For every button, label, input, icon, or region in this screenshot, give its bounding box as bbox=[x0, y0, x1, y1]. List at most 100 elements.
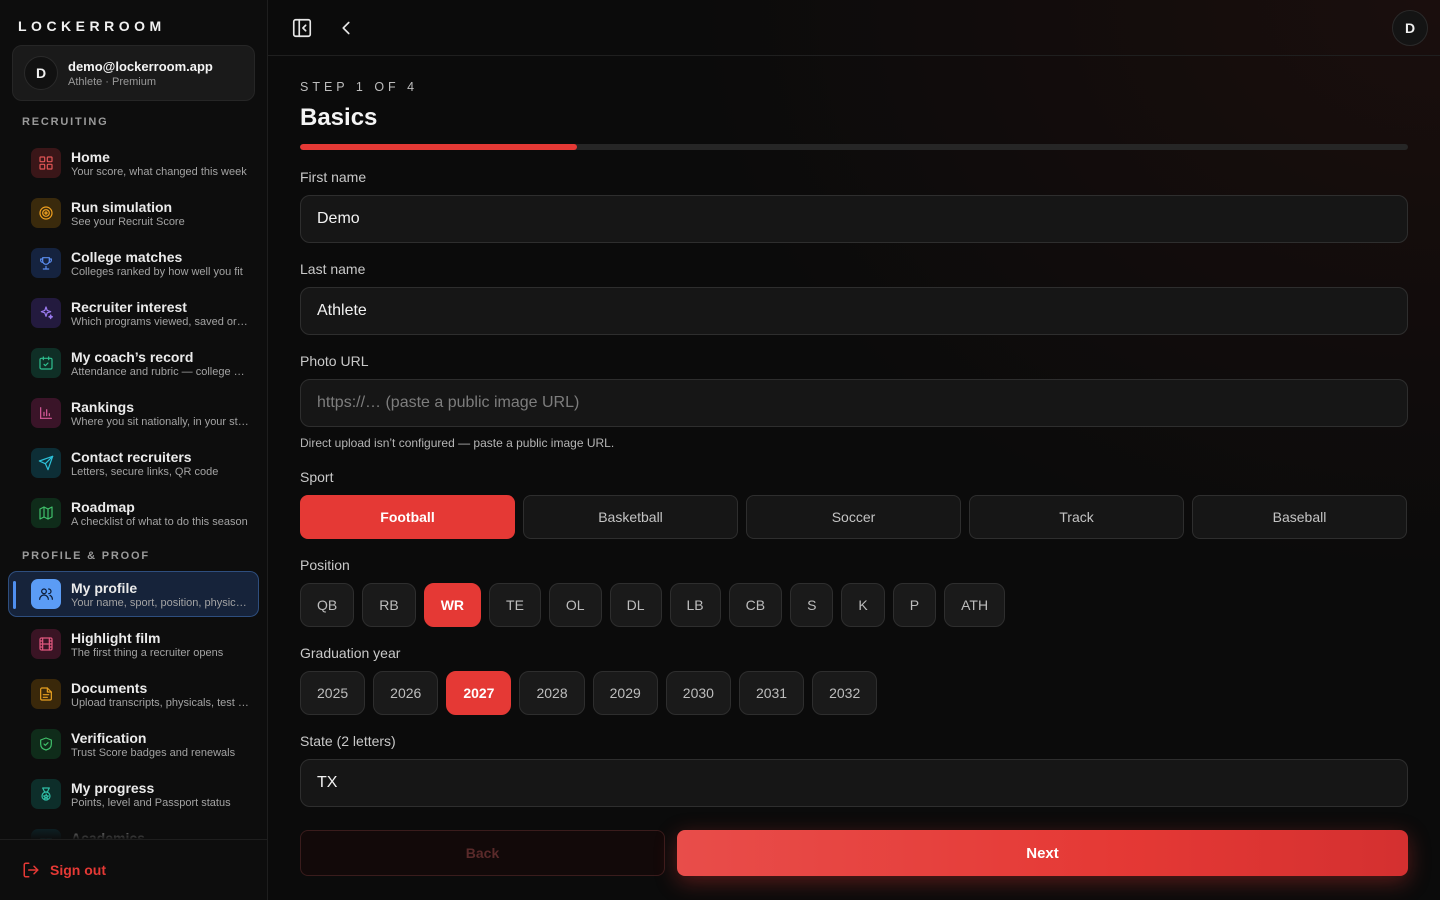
last-name-field[interactable] bbox=[300, 287, 1408, 335]
sidebar-fade bbox=[0, 820, 267, 840]
position-chip-ath[interactable]: ATH bbox=[944, 583, 1006, 627]
sidebar-item-documents[interactable]: Documents Upload transcripts, physicals, … bbox=[8, 671, 259, 717]
target-icon bbox=[31, 198, 61, 228]
grad-year-chip-2025[interactable]: 2025 bbox=[300, 671, 366, 715]
logout-icon bbox=[23, 862, 39, 878]
back-button[interactable]: Back bbox=[300, 830, 665, 876]
sidebar-item-my-coach-s-record[interactable]: My coach’s record Attendance and rubric —… bbox=[8, 340, 259, 386]
sidebar-toggle-icon bbox=[292, 18, 312, 38]
sidebar-item-contact-recruiters[interactable]: Contact recruiters Letters, secure links,… bbox=[8, 440, 259, 486]
sport-option-basketball[interactable]: Basketball bbox=[523, 495, 738, 539]
sidebar-item-description: Colleges ranked by how well you fit bbox=[71, 265, 243, 278]
users-icon bbox=[31, 579, 61, 609]
send-icon bbox=[31, 448, 61, 478]
sidebar-item-text: Recruiter interest Which programs viewed,… bbox=[71, 299, 249, 328]
grad-year-chip-2028[interactable]: 2028 bbox=[519, 671, 585, 715]
sidebar-item-description: See your Recruit Score bbox=[71, 215, 185, 228]
calendar-check-icon bbox=[31, 348, 61, 378]
position-chip-k[interactable]: K bbox=[841, 583, 885, 627]
position-chip-ol[interactable]: OL bbox=[548, 583, 602, 627]
sidebar-item-my-profile[interactable]: My profile Your name, sport, position, ph… bbox=[8, 571, 259, 617]
toggle-sidebar-button[interactable] bbox=[290, 16, 314, 40]
position-chip-rb[interactable]: RB bbox=[362, 583, 416, 627]
state-field[interactable] bbox=[300, 759, 1408, 807]
position-chip-p[interactable]: P bbox=[892, 583, 937, 627]
topbar: D bbox=[268, 0, 1440, 56]
sport-option-football[interactable]: Football bbox=[300, 495, 515, 539]
film-icon bbox=[31, 629, 61, 659]
sidebar-item-text: College matches Colleges ranked by how we… bbox=[71, 249, 249, 278]
main-area: D STEP 1 OF 4 Basics First name Last nam… bbox=[268, 0, 1440, 900]
grad-year-chip-2029[interactable]: 2029 bbox=[592, 671, 658, 715]
sport-option-baseball[interactable]: Baseball bbox=[1192, 495, 1407, 539]
sidebar-item-label: My profile bbox=[71, 579, 138, 596]
sidebar-item-recruiter-interest[interactable]: Recruiter interest Which programs viewed,… bbox=[8, 290, 259, 336]
sidebar-item-run-simulation[interactable]: Run simulation See your Recruit Score bbox=[8, 190, 259, 236]
sidebar-item-college-matches[interactable]: College matches Colleges ranked by how we… bbox=[8, 240, 259, 286]
sidebar-item-label: Home bbox=[71, 148, 110, 165]
step-indicator: STEP 1 OF 4 bbox=[300, 80, 419, 94]
app-root: LOCKERROOM D demo@lockerroom.app Athlete… bbox=[0, 0, 1440, 900]
sign-out-button[interactable]: Sign out bbox=[0, 839, 267, 900]
grad-year-label: Graduation year bbox=[300, 645, 401, 661]
sidebar-item-my-progress[interactable]: My progress Points, level and Passport st… bbox=[8, 771, 259, 817]
sidebar-item-text: My progress Points, level and Passport st… bbox=[71, 780, 249, 809]
sidebar-item-label: Documents bbox=[71, 679, 148, 696]
map-icon bbox=[31, 498, 61, 528]
nav-recruiting: Home Your score, what changed this week Ru… bbox=[8, 140, 259, 540]
grad-year-chip-2026[interactable]: 2026 bbox=[373, 671, 439, 715]
position-chip-cb[interactable]: CB bbox=[728, 583, 783, 627]
sidebar-item-description: Attendance and rubric — college coaches … bbox=[71, 365, 249, 378]
sport-options: Football Basketball Soccer Track Baseball bbox=[300, 495, 1408, 539]
sidebar-item-rankings[interactable]: Rankings Where you sit nationally, in you… bbox=[8, 390, 259, 436]
grad-year-options: 2025 2026 2027 2028 2029 2030 2031 2032 bbox=[300, 671, 1408, 715]
sidebar-item-label: College matches bbox=[71, 248, 183, 265]
sidebar-item-highlight-film[interactable]: Highlight film The first thing a recruite… bbox=[8, 621, 259, 667]
sidebar: LOCKERROOM D demo@lockerroom.app Athlete… bbox=[0, 0, 268, 900]
sidebar-item-text: Home Your score, what changed this week bbox=[71, 149, 249, 178]
grad-year-chip-2030[interactable]: 2030 bbox=[665, 671, 731, 715]
shield-check-icon bbox=[31, 729, 61, 759]
grad-year-chip-2031[interactable]: 2031 bbox=[738, 671, 805, 715]
sidebar-item-description: Which programs viewed, saved or followed bbox=[71, 315, 249, 328]
grad-year-chip-2027[interactable]: 2027 bbox=[446, 671, 512, 715]
sidebar-item-home[interactable]: Home Your score, what changed this week bbox=[8, 140, 259, 186]
photo-url-field[interactable] bbox=[300, 379, 1408, 427]
sidebar-item-description: Upload transcripts, physicals, test scor… bbox=[71, 696, 249, 709]
sidebar-nav-scroll[interactable]: Home Your score, what changed this week Ru… bbox=[0, 138, 267, 840]
position-chip-qb[interactable]: QB bbox=[300, 583, 355, 627]
sport-option-track[interactable]: Track bbox=[969, 495, 1184, 539]
sidebar-item-roadmap[interactable]: Roadmap A checklist of what to do this se… bbox=[8, 490, 259, 536]
sidebar-item-label: Rankings bbox=[71, 398, 135, 415]
position-chip-lb[interactable]: LB bbox=[669, 583, 721, 627]
sidebar-item-text: My coach’s record Attendance and rubric —… bbox=[71, 349, 249, 378]
sidebar-item-verification[interactable]: Verification Trust Score badges and renew… bbox=[8, 721, 259, 767]
sidebar-item-description: Points, level and Passport status bbox=[71, 796, 231, 809]
account-plan: Athlete · Premium bbox=[68, 75, 157, 88]
nav-profile: My profile Your name, sport, position, ph… bbox=[8, 571, 259, 840]
position-chip-te[interactable]: TE bbox=[489, 583, 541, 627]
account-card[interactable]: D demo@lockerroom.app Athlete · Premium bbox=[12, 45, 255, 101]
sidebar-item-description: Trust Score badges and renewals bbox=[71, 746, 236, 759]
sidebar-item-label: Contact recruiters bbox=[71, 448, 192, 465]
medal-icon bbox=[31, 779, 61, 809]
sidebar-item-text: Documents Upload transcripts, physicals, … bbox=[71, 680, 249, 709]
first-name-field[interactable] bbox=[300, 195, 1408, 243]
next-button[interactable]: Next bbox=[677, 830, 1408, 876]
sidebar-item-text: Highlight film The first thing a recruite… bbox=[71, 630, 249, 659]
back-nav-button[interactable] bbox=[334, 16, 358, 40]
position-chip-wr[interactable]: WR bbox=[423, 583, 482, 627]
sidebar-item-label: Recruiter interest bbox=[71, 298, 187, 315]
trophy-icon bbox=[31, 248, 61, 278]
sport-label: Sport bbox=[300, 469, 334, 485]
photo-url-label: Photo URL bbox=[300, 353, 369, 369]
position-chip-s[interactable]: S bbox=[790, 583, 834, 627]
sport-option-soccer[interactable]: Soccer bbox=[746, 495, 961, 539]
brand-logo: LOCKERROOM bbox=[18, 18, 166, 34]
position-chip-dl[interactable]: DL bbox=[609, 583, 662, 627]
step-progress-fill bbox=[300, 144, 577, 150]
account-avatar: D bbox=[24, 56, 58, 90]
grad-year-chip-2032[interactable]: 2032 bbox=[812, 671, 878, 715]
user-avatar-button[interactable]: D bbox=[1392, 10, 1428, 46]
document-icon bbox=[31, 679, 61, 709]
